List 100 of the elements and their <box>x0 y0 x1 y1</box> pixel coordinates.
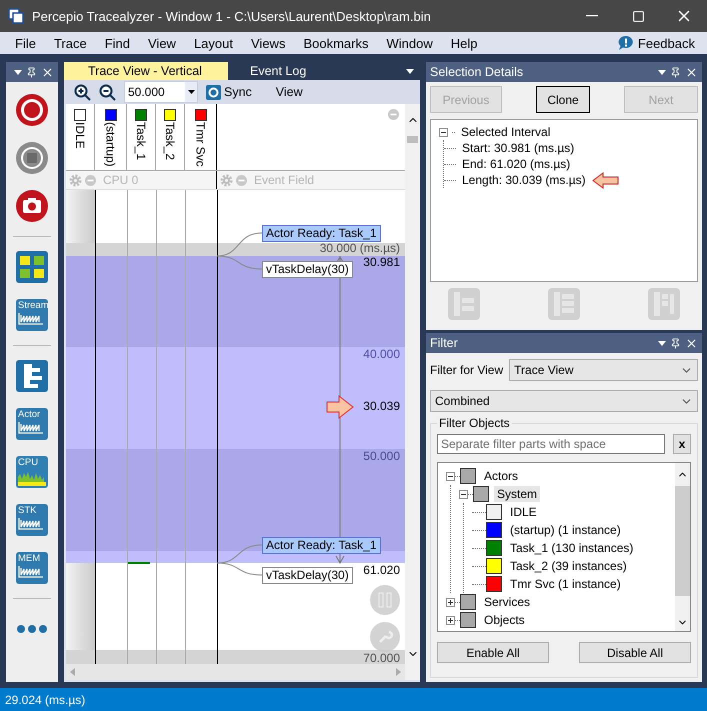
dashboard-button[interactable] <box>14 249 50 285</box>
menu-item[interactable]: Layout <box>184 32 242 54</box>
maximize-icon <box>632 10 644 22</box>
dropdown-icon <box>188 90 194 94</box>
view-menu-button[interactable]: View <box>260 85 303 99</box>
close-button[interactable] <box>685 336 698 350</box>
trace-canvas[interactable]: 30.000 (ms.µs) 40.000 50.000 70.000 Actor Ready: Task_1 vTaskDelay(30) Actor Ready: Task_1 vTaskDelay(30) 30.981 30.039 61.020 <box>66 190 405 664</box>
zoom-in-button[interactable] <box>74 84 91 100</box>
graph-view-button[interactable]: Actor <box>16 408 48 440</box>
tree-item[interactable]: IDLE <box>507 504 540 520</box>
dropdown-icon[interactable] <box>658 340 666 346</box>
lane-label: CPU 0 <box>103 173 138 187</box>
mode-select[interactable]: Combined <box>430 390 698 412</box>
time-label: 40.000 <box>363 348 400 361</box>
event-label[interactable]: Actor Ready: Task_1 <box>262 537 381 554</box>
scroll-thumb[interactable] <box>675 486 690 596</box>
record-button[interactable] <box>14 92 50 128</box>
column-header[interactable]: IDLE <box>66 104 95 170</box>
collapse-toggle[interactable] <box>459 490 468 498</box>
time-label: 70.000 <box>363 652 400 664</box>
event-label[interactable]: vTaskDelay(30) <box>262 567 353 584</box>
zoom-combo[interactable]: 50.000 <box>124 81 198 103</box>
menu-item[interactable]: Window <box>377 32 442 54</box>
filter-checkbox[interactable] <box>486 576 502 592</box>
zoom-out-button[interactable] <box>99 84 116 100</box>
stop-button[interactable] <box>14 140 50 176</box>
pin-button[interactable] <box>26 66 37 78</box>
menu-item[interactable]: Bookmarks <box>294 32 378 54</box>
column-header[interactable]: (startup) <box>95 104 127 170</box>
menu-item[interactable]: View <box>139 32 185 54</box>
graph-view-button[interactable]: MEM <box>16 552 48 584</box>
feedback-button[interactable]: Feedback <box>612 34 701 52</box>
filter-checkbox[interactable] <box>473 486 489 502</box>
tree-item[interactable]: Tmr Svc (1 instance) <box>507 576 624 592</box>
field-label: Filter for View <box>430 363 504 377</box>
tree-item[interactable]: Services <box>481 594 534 610</box>
tree-item[interactable]: Actors <box>481 468 522 484</box>
wave-icon <box>18 566 44 578</box>
camera-button[interactable] <box>14 188 50 224</box>
cpu-view-button[interactable]: CPU <box>16 456 48 488</box>
view-select[interactable]: Trace View <box>509 359 698 381</box>
event-label[interactable]: Actor Ready: Task_1 <box>262 225 381 242</box>
column-header[interactable]: Tmr Svc <box>185 104 217 170</box>
menu-item[interactable]: Help <box>442 32 486 54</box>
panel-button[interactable]: Clone <box>536 86 590 113</box>
filter-checkbox[interactable] <box>460 468 476 484</box>
search-field[interactable]: Separate filter parts with space <box>437 434 665 454</box>
tree-item[interactable]: Task_2 (39 instances) <box>507 558 630 574</box>
pointer-arrow-icon <box>326 394 354 420</box>
collapse-toggle[interactable] <box>446 472 455 480</box>
tree-item[interactable]: System <box>494 486 540 502</box>
menu-item[interactable]: Find <box>96 32 139 54</box>
minimize-icon <box>586 15 598 17</box>
pin-button[interactable] <box>670 338 681 348</box>
tree-item[interactable]: Task_1 (130 instances) <box>507 540 636 556</box>
sync-button[interactable]: Sync <box>206 84 252 100</box>
filter-button[interactable]: Enable All <box>437 642 549 663</box>
tab[interactable]: Trace View - Vertical <box>64 62 228 80</box>
tree-item[interactable]: Objects <box>481 612 528 628</box>
columns-icon <box>378 592 392 608</box>
collapse-toggle[interactable] <box>439 128 448 136</box>
tree-item[interactable]: Selected Interval <box>459 125 552 139</box>
time-label: 50.000 <box>363 450 400 463</box>
graph-view-button[interactable]: STK <box>16 504 48 536</box>
dropdown-icon[interactable] <box>406 68 414 74</box>
tab[interactable]: Event Log <box>228 62 312 80</box>
wave-icon <box>18 422 44 434</box>
menu-item[interactable]: File <box>6 32 45 54</box>
sync-icon <box>206 84 221 100</box>
close-button[interactable] <box>685 66 698 78</box>
menu-item[interactable]: Trace <box>44 32 96 54</box>
clear-button[interactable]: x <box>673 434 691 454</box>
tree-item[interactable]: Start: 30.981 (ms.µs) <box>460 141 576 155</box>
expand-toggle[interactable] <box>446 616 455 624</box>
filter-checkbox[interactable] <box>486 504 502 520</box>
expand-toggle[interactable] <box>446 598 455 606</box>
time-label: 30.000 (ms.µs) <box>320 242 400 255</box>
dropdown-icon[interactable] <box>14 70 22 74</box>
tree-item[interactable]: End: 61.020 (ms.µs) <box>460 157 572 171</box>
column-header[interactable]: Task_2 <box>156 104 185 170</box>
wave-icon <box>18 313 44 325</box>
trace-view-button[interactable] <box>14 358 50 394</box>
column-header[interactable]: Task_1 <box>127 104 156 170</box>
filter-checkbox[interactable] <box>460 594 476 610</box>
event-label[interactable]: vTaskDelay(30) <box>262 261 353 278</box>
dropdown-icon[interactable] <box>658 70 666 74</box>
filter-checkbox[interactable] <box>460 612 476 628</box>
tree-item[interactable]: Length: 30.039 (ms.µs) <box>460 173 588 187</box>
time-label: 61.020 <box>363 564 400 577</box>
filter-checkbox[interactable] <box>486 540 502 556</box>
menu-item[interactable]: Views <box>242 32 294 54</box>
filter-checkbox[interactable] <box>486 522 502 538</box>
scroll-thumb[interactable] <box>407 136 418 143</box>
close-button[interactable] <box>41 66 54 78</box>
time-label: 30.981 <box>363 256 400 269</box>
tree-item[interactable]: (startup) (1 instance) <box>507 522 624 538</box>
filter-checkbox[interactable] <box>486 558 502 574</box>
filter-button[interactable]: Disable All <box>579 642 691 663</box>
graph-view-button[interactable]: Stream <box>16 299 48 331</box>
pin-button[interactable] <box>670 66 681 78</box>
